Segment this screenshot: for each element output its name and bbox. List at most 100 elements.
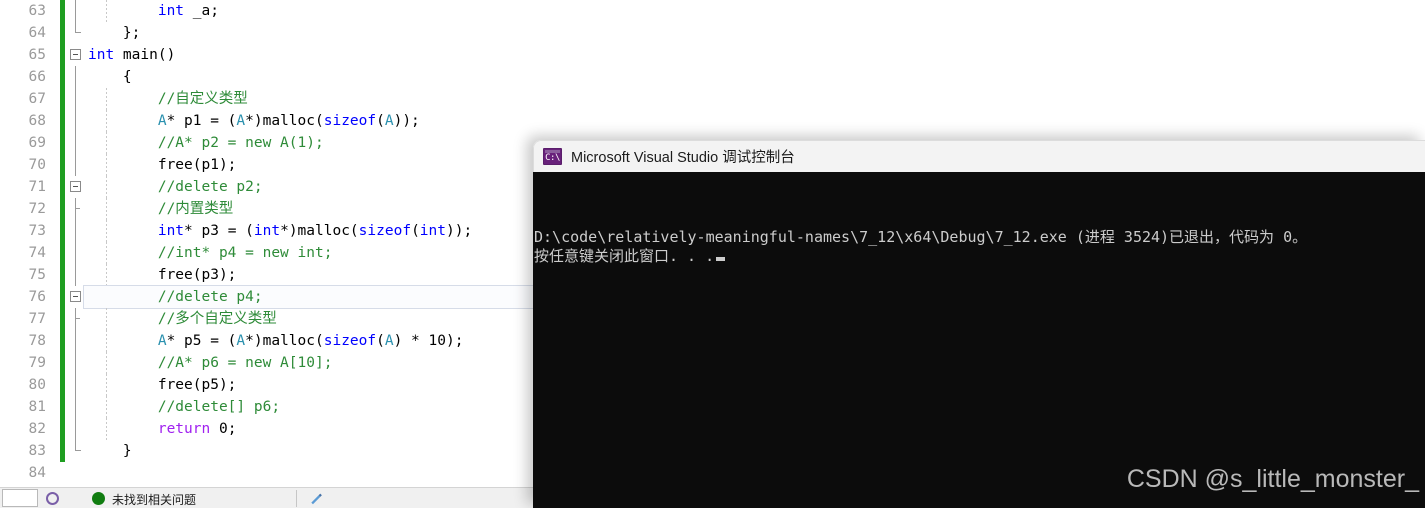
code-line[interactable]: 63 int _a;	[0, 0, 1425, 22]
line-number: 67	[28, 91, 46, 107]
status-ok-icon[interactable]	[92, 492, 105, 505]
info-circle-icon[interactable]	[46, 492, 59, 505]
fold-margin[interactable]	[68, 132, 84, 154]
code-text[interactable]: //自定义类型	[84, 88, 1425, 110]
code-token: ;	[227, 421, 237, 437]
code-token: * p5 = (	[166, 333, 237, 349]
fold-margin[interactable]	[68, 308, 84, 330]
change-indicator-bar	[60, 440, 65, 462]
fold-guide-line	[75, 418, 76, 440]
fold-guide-end	[75, 22, 81, 33]
status-selector-box[interactable]	[2, 489, 38, 507]
line-number: 69	[28, 135, 46, 151]
collapse-minus-icon[interactable]	[70, 181, 81, 192]
collapse-minus-icon[interactable]	[70, 291, 81, 302]
code-token: int	[157, 3, 185, 19]
line-number: 70	[28, 157, 46, 173]
code-line[interactable]: 67 //自定义类型	[0, 88, 1425, 110]
status-bar-divider	[296, 490, 297, 507]
csdn-watermark: CSDN @s_little_monster_	[1126, 465, 1419, 493]
fold-margin[interactable]	[68, 264, 84, 286]
line-number: 65	[28, 47, 46, 63]
code-token: *)malloc(	[280, 223, 359, 239]
change-indicator-bar	[60, 330, 65, 352]
console-line: D:\code\relatively-meaningful-names\7_12…	[533, 228, 1425, 247]
fold-margin[interactable]	[68, 110, 84, 132]
fold-guide-line	[75, 396, 76, 418]
code-token: return	[157, 421, 211, 437]
fold-margin[interactable]	[68, 176, 84, 198]
change-indicator-bar	[60, 264, 65, 286]
fold-margin[interactable]	[68, 462, 84, 484]
status-bar[interactable]: 未找到相关问题	[0, 487, 533, 508]
console-title-bar[interactable]: C:\ Microsoft Visual Studio 调试控制台	[533, 140, 1425, 172]
line-number: 79	[28, 355, 46, 371]
code-line[interactable]: 65 int main()	[0, 44, 1425, 66]
code-token: //delete[] p6;	[88, 399, 281, 415]
console-window[interactable]: C:\ Microsoft Visual Studio 调试控制台 D:\cod…	[533, 140, 1425, 508]
code-text[interactable]: A* p1 = (A*)malloc(sizeof(A));	[84, 110, 1425, 132]
code-token: 0	[218, 421, 228, 437]
fold-margin[interactable]	[68, 440, 84, 462]
fold-margin[interactable]	[68, 374, 84, 396]
change-indicator-bar	[60, 374, 65, 396]
change-indicator-bar	[60, 22, 65, 44]
change-indicator-bar	[60, 0, 65, 22]
code-text[interactable]: {	[84, 66, 1425, 88]
fold-margin[interactable]	[68, 396, 84, 418]
code-token: ) * 10);	[393, 333, 464, 349]
line-number: 71	[28, 179, 46, 195]
code-token: _a;	[184, 3, 219, 19]
line-number: 77	[28, 311, 46, 327]
change-indicator-bar	[60, 308, 65, 330]
fold-margin[interactable]	[68, 66, 84, 88]
pen-icon[interactable]	[310, 492, 324, 505]
fold-margin[interactable]	[68, 22, 84, 44]
fold-guide-line	[75, 132, 76, 154]
code-token: //delete p2;	[88, 179, 263, 195]
fold-guide-line	[75, 0, 76, 22]
code-line[interactable]: 64 };	[0, 22, 1425, 44]
code-token: (	[411, 223, 420, 239]
fold-margin[interactable]	[68, 44, 84, 66]
code-token: //A* p2 = new A(1);	[88, 135, 324, 151]
fold-margin[interactable]	[68, 0, 84, 22]
fold-margin[interactable]	[68, 286, 84, 308]
code-token: A	[384, 333, 394, 349]
block-cursor	[716, 257, 726, 261]
code-text[interactable]: int main()	[84, 44, 1425, 66]
code-line[interactable]: 68 A* p1 = (A*)malloc(sizeof(A));	[0, 110, 1425, 132]
code-token: sizeof	[323, 333, 377, 349]
status-bar-text: 未找到相关问题	[112, 493, 197, 507]
console-text-lines: D:\code\relatively-meaningful-names\7_12…	[533, 228, 1425, 266]
code-line[interactable]: 66 {	[0, 66, 1425, 88]
code-text[interactable]: };	[84, 22, 1425, 44]
fold-margin[interactable]	[68, 220, 84, 242]
fold-margin[interactable]	[68, 242, 84, 264]
code-token: //内置类型	[88, 201, 234, 217]
fold-margin[interactable]	[68, 154, 84, 176]
code-token: A	[384, 113, 394, 129]
code-token: (	[376, 113, 385, 129]
line-number: 82	[28, 421, 46, 437]
code-token: * p1 = (	[166, 113, 237, 129]
change-indicator-bar	[60, 286, 65, 308]
code-token: A	[236, 113, 246, 129]
fold-margin[interactable]	[68, 88, 84, 110]
line-number: 78	[28, 333, 46, 349]
change-indicator-bar	[60, 418, 65, 440]
fold-guide-line	[75, 308, 80, 330]
fold-margin[interactable]	[68, 198, 84, 220]
code-token: sizeof	[323, 113, 377, 129]
fold-margin[interactable]	[68, 418, 84, 440]
fold-margin[interactable]	[68, 330, 84, 352]
code-token: ));	[446, 223, 473, 239]
collapse-minus-icon[interactable]	[70, 49, 81, 60]
code-token: A	[157, 113, 167, 129]
code-text[interactable]: int _a;	[84, 0, 1425, 22]
console-output-area[interactable]: D:\code\relatively-meaningful-names\7_12…	[533, 172, 1425, 508]
fold-margin[interactable]	[68, 352, 84, 374]
